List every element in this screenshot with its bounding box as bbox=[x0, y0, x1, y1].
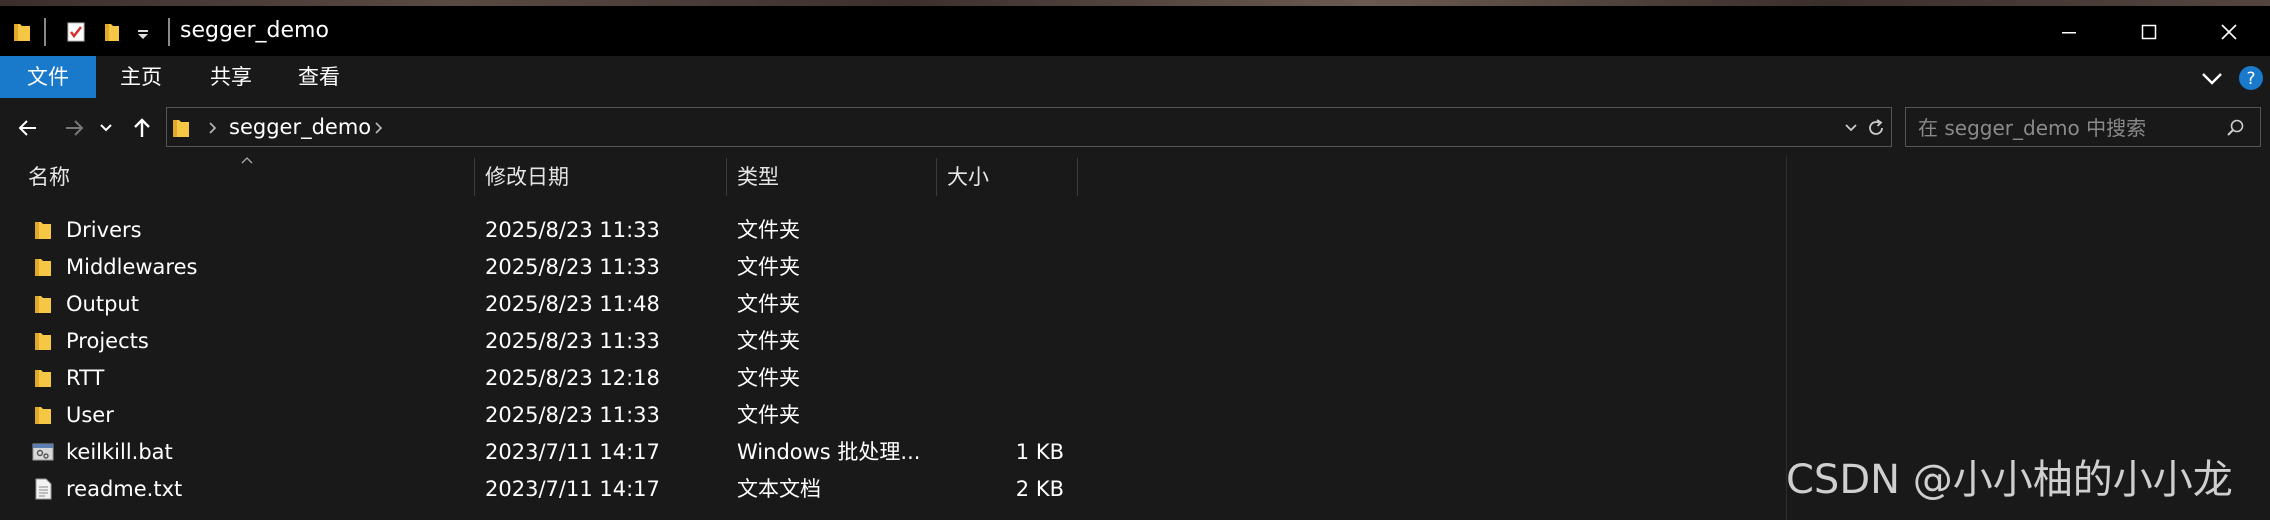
file-type: 文件夹 bbox=[737, 218, 800, 242]
minimize-icon bbox=[2062, 32, 2076, 34]
breadcrumb-segger-demo[interactable]: segger_demo bbox=[229, 108, 371, 146]
chevron-right-icon[interactable] bbox=[373, 120, 385, 136]
file-type: 文件夹 bbox=[737, 403, 800, 427]
file-row[interactable]: readme.txt 2023/7/11 14:17 文本文档 2 KB bbox=[0, 471, 1786, 508]
forward-button[interactable] bbox=[54, 110, 94, 146]
help-icon[interactable]: ? bbox=[2238, 65, 2264, 91]
search-icon[interactable] bbox=[2226, 118, 2246, 138]
toolbar-separator bbox=[44, 18, 46, 46]
column-header-name[interactable]: 名称 bbox=[18, 156, 474, 198]
address-row: segger_demo bbox=[0, 100, 2270, 156]
file-date: 2023/7/11 14:17 bbox=[485, 477, 660, 501]
file-name: Drivers bbox=[66, 218, 142, 242]
file-size bbox=[940, 360, 1064, 397]
file-name: keilkill.bat bbox=[66, 440, 173, 464]
file-size bbox=[940, 286, 1064, 323]
file-size bbox=[940, 249, 1064, 286]
minimize-button[interactable] bbox=[2036, 12, 2102, 52]
tab-share[interactable]: 共享 bbox=[190, 56, 272, 98]
folder-icon bbox=[173, 120, 189, 137]
maximize-icon bbox=[2141, 24, 2157, 40]
search-input[interactable] bbox=[1916, 108, 2210, 148]
file-name: Projects bbox=[66, 329, 149, 353]
tab-home[interactable]: 主页 bbox=[100, 56, 182, 98]
file-date: 2025/8/23 11:33 bbox=[485, 329, 660, 353]
toolbar-separator bbox=[168, 18, 170, 46]
arrow-up-icon bbox=[134, 118, 150, 137]
refresh-icon[interactable] bbox=[1865, 117, 1887, 139]
file-type: 文件夹 bbox=[737, 366, 800, 390]
explorer-folder-icon bbox=[14, 24, 30, 41]
file-date: 2025/8/23 11:33 bbox=[485, 218, 660, 242]
column-divider[interactable] bbox=[1077, 158, 1078, 196]
file-size: 2 KB bbox=[1015, 477, 1064, 501]
file-date: 2023/7/11 14:17 bbox=[485, 440, 660, 464]
title-bar: segger_demo bbox=[0, 6, 2270, 56]
window-title: segger_demo bbox=[180, 18, 329, 43]
search-box[interactable] bbox=[1905, 107, 2261, 148]
file-row[interactable]: Drivers 2025/8/23 11:33 文件夹 bbox=[0, 212, 1786, 249]
new-folder-icon[interactable] bbox=[102, 21, 122, 43]
folder-icon bbox=[35, 222, 51, 239]
file-type: Windows 批处理... bbox=[737, 440, 921, 464]
file-size bbox=[940, 323, 1064, 360]
file-name: User bbox=[66, 403, 114, 427]
folder-icon bbox=[35, 370, 51, 387]
file-date: 2025/8/23 12:18 bbox=[485, 366, 660, 390]
file-row[interactable]: Projects 2025/8/23 11:33 文件夹 bbox=[0, 323, 1786, 360]
file-row[interactable]: keilkill.bat 2023/7/11 14:17 Windows 批处理… bbox=[0, 434, 1786, 471]
file-name: Output bbox=[66, 292, 139, 316]
file-row[interactable]: Middlewares 2025/8/23 11:33 文件夹 bbox=[0, 249, 1786, 286]
file-date: 2025/8/23 11:48 bbox=[485, 292, 660, 316]
file-type: 文件夹 bbox=[737, 329, 800, 353]
ribbon: 文件 主页 共享 查看 ? bbox=[0, 56, 2270, 100]
tab-view[interactable]: 查看 bbox=[278, 56, 360, 98]
address-bar[interactable]: segger_demo bbox=[166, 107, 1892, 147]
file-date: 2025/8/23 11:33 bbox=[485, 255, 660, 279]
arrow-left-icon bbox=[18, 120, 36, 136]
chevron-right-icon[interactable] bbox=[207, 120, 219, 136]
file-name: readme.txt bbox=[66, 477, 183, 501]
back-button[interactable] bbox=[8, 110, 48, 146]
maximize-button[interactable] bbox=[2116, 12, 2182, 52]
properties-icon[interactable] bbox=[66, 21, 86, 43]
chevron-down-icon bbox=[100, 124, 112, 132]
file-size bbox=[940, 212, 1064, 249]
svg-text:?: ? bbox=[2246, 69, 2255, 89]
file-date: 2025/8/23 11:33 bbox=[485, 403, 660, 427]
folder-icon bbox=[35, 333, 51, 350]
file-size bbox=[940, 397, 1064, 434]
file-row[interactable]: RTT 2025/8/23 12:18 文件夹 bbox=[0, 360, 1786, 397]
file-type: 文件夹 bbox=[737, 292, 800, 316]
file-name: RTT bbox=[66, 366, 105, 390]
up-button[interactable] bbox=[122, 110, 162, 146]
watermark-text: CSDN @小小柚的小小龙 bbox=[1786, 457, 2233, 503]
chevron-down-icon[interactable] bbox=[1843, 120, 1859, 136]
file-row[interactable]: Output 2025/8/23 11:48 文件夹 bbox=[0, 286, 1786, 323]
column-header-size[interactable]: 大小 bbox=[937, 156, 1077, 198]
folder-icon bbox=[35, 407, 51, 424]
file-name: Middlewares bbox=[66, 255, 198, 279]
tab-file[interactable]: 文件 bbox=[0, 56, 96, 98]
folder-icon bbox=[35, 296, 51, 313]
arrow-right-icon bbox=[66, 120, 84, 136]
file-type: 文本文档 bbox=[737, 477, 821, 501]
text-file-icon bbox=[35, 478, 52, 500]
recent-locations-button[interactable] bbox=[92, 110, 120, 146]
batch-file-icon bbox=[32, 443, 54, 461]
column-header-type[interactable]: 类型 bbox=[727, 156, 935, 198]
close-button[interactable] bbox=[2196, 12, 2262, 52]
column-headers: 名称 修改日期 类型 大小 bbox=[0, 156, 1786, 198]
file-row[interactable]: User 2025/8/23 11:33 文件夹 bbox=[0, 397, 1786, 434]
close-icon bbox=[2221, 24, 2237, 40]
expand-ribbon-icon[interactable] bbox=[2200, 68, 2224, 88]
folder-icon bbox=[35, 259, 51, 276]
column-header-date[interactable]: 修改日期 bbox=[475, 156, 725, 198]
customize-toolbar-dropdown-icon[interactable] bbox=[136, 21, 150, 43]
file-size: 1 KB bbox=[1015, 440, 1064, 464]
file-type: 文件夹 bbox=[737, 255, 800, 279]
